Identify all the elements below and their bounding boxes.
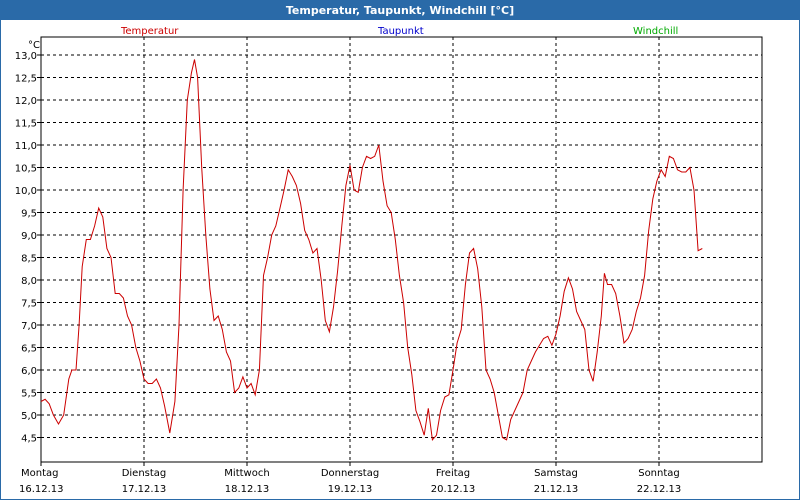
y-tick-label: 4,5: [21, 434, 37, 445]
temperature-chart: 13,0 12,5 12,0 11,5 11,0 10,5 10,0 9,5 9,0 8,5 8,0…: [15, 36, 763, 495]
y-axis-unit: °C: [28, 40, 40, 51]
series-line-temperatur: [40, 59, 703, 441]
y-tick-label: 6,0: [21, 366, 37, 377]
y-tick-label: 9,5: [21, 209, 37, 220]
y-tick-label: 11,5: [15, 119, 37, 130]
x-tick-date: 20.12.13: [431, 484, 476, 495]
x-tick-day: Montag: [21, 468, 58, 479]
y-tick-label: 12,0: [15, 96, 37, 107]
x-tick-date: 18.12.13: [225, 484, 270, 495]
y-tick-label: 7,5: [21, 299, 37, 310]
y-tick-label: 12,5: [15, 74, 37, 85]
y-tick-label: 11,0: [15, 141, 37, 152]
x-tick-day: Donnerstag: [321, 468, 379, 479]
y-tick-label: 10,0: [15, 186, 37, 197]
y-tick-label: 10,5: [15, 164, 37, 175]
y-tick-label: 5,5: [21, 389, 37, 400]
x-tick-date: 16.12.13: [19, 484, 64, 495]
x-tick-date: 17.12.13: [122, 484, 167, 495]
x-tick-day: Samstag: [534, 468, 578, 479]
y-tick-label: 9,0: [21, 231, 37, 242]
x-tick-date: 22.12.13: [637, 484, 682, 495]
x-tick-date: 19.12.13: [328, 484, 373, 495]
x-tick-day: Mittwoch: [224, 468, 269, 479]
y-tick-label: 8,0: [21, 276, 37, 287]
x-tick-day: Dienstag: [122, 468, 167, 479]
y-tick-label: 13,0: [15, 51, 37, 62]
y-tick-label: 8,5: [21, 254, 37, 265]
y-tick-label: 7,0: [21, 321, 37, 332]
y-tick-label: 5,0: [21, 411, 37, 422]
x-tick-date: 21.12.13: [534, 484, 579, 495]
y-tick-label: 6,5: [21, 344, 37, 355]
x-tick-day: Sonntag: [638, 468, 680, 479]
x-tick-day: Freitag: [436, 468, 470, 479]
plot-frame: [40, 36, 763, 463]
